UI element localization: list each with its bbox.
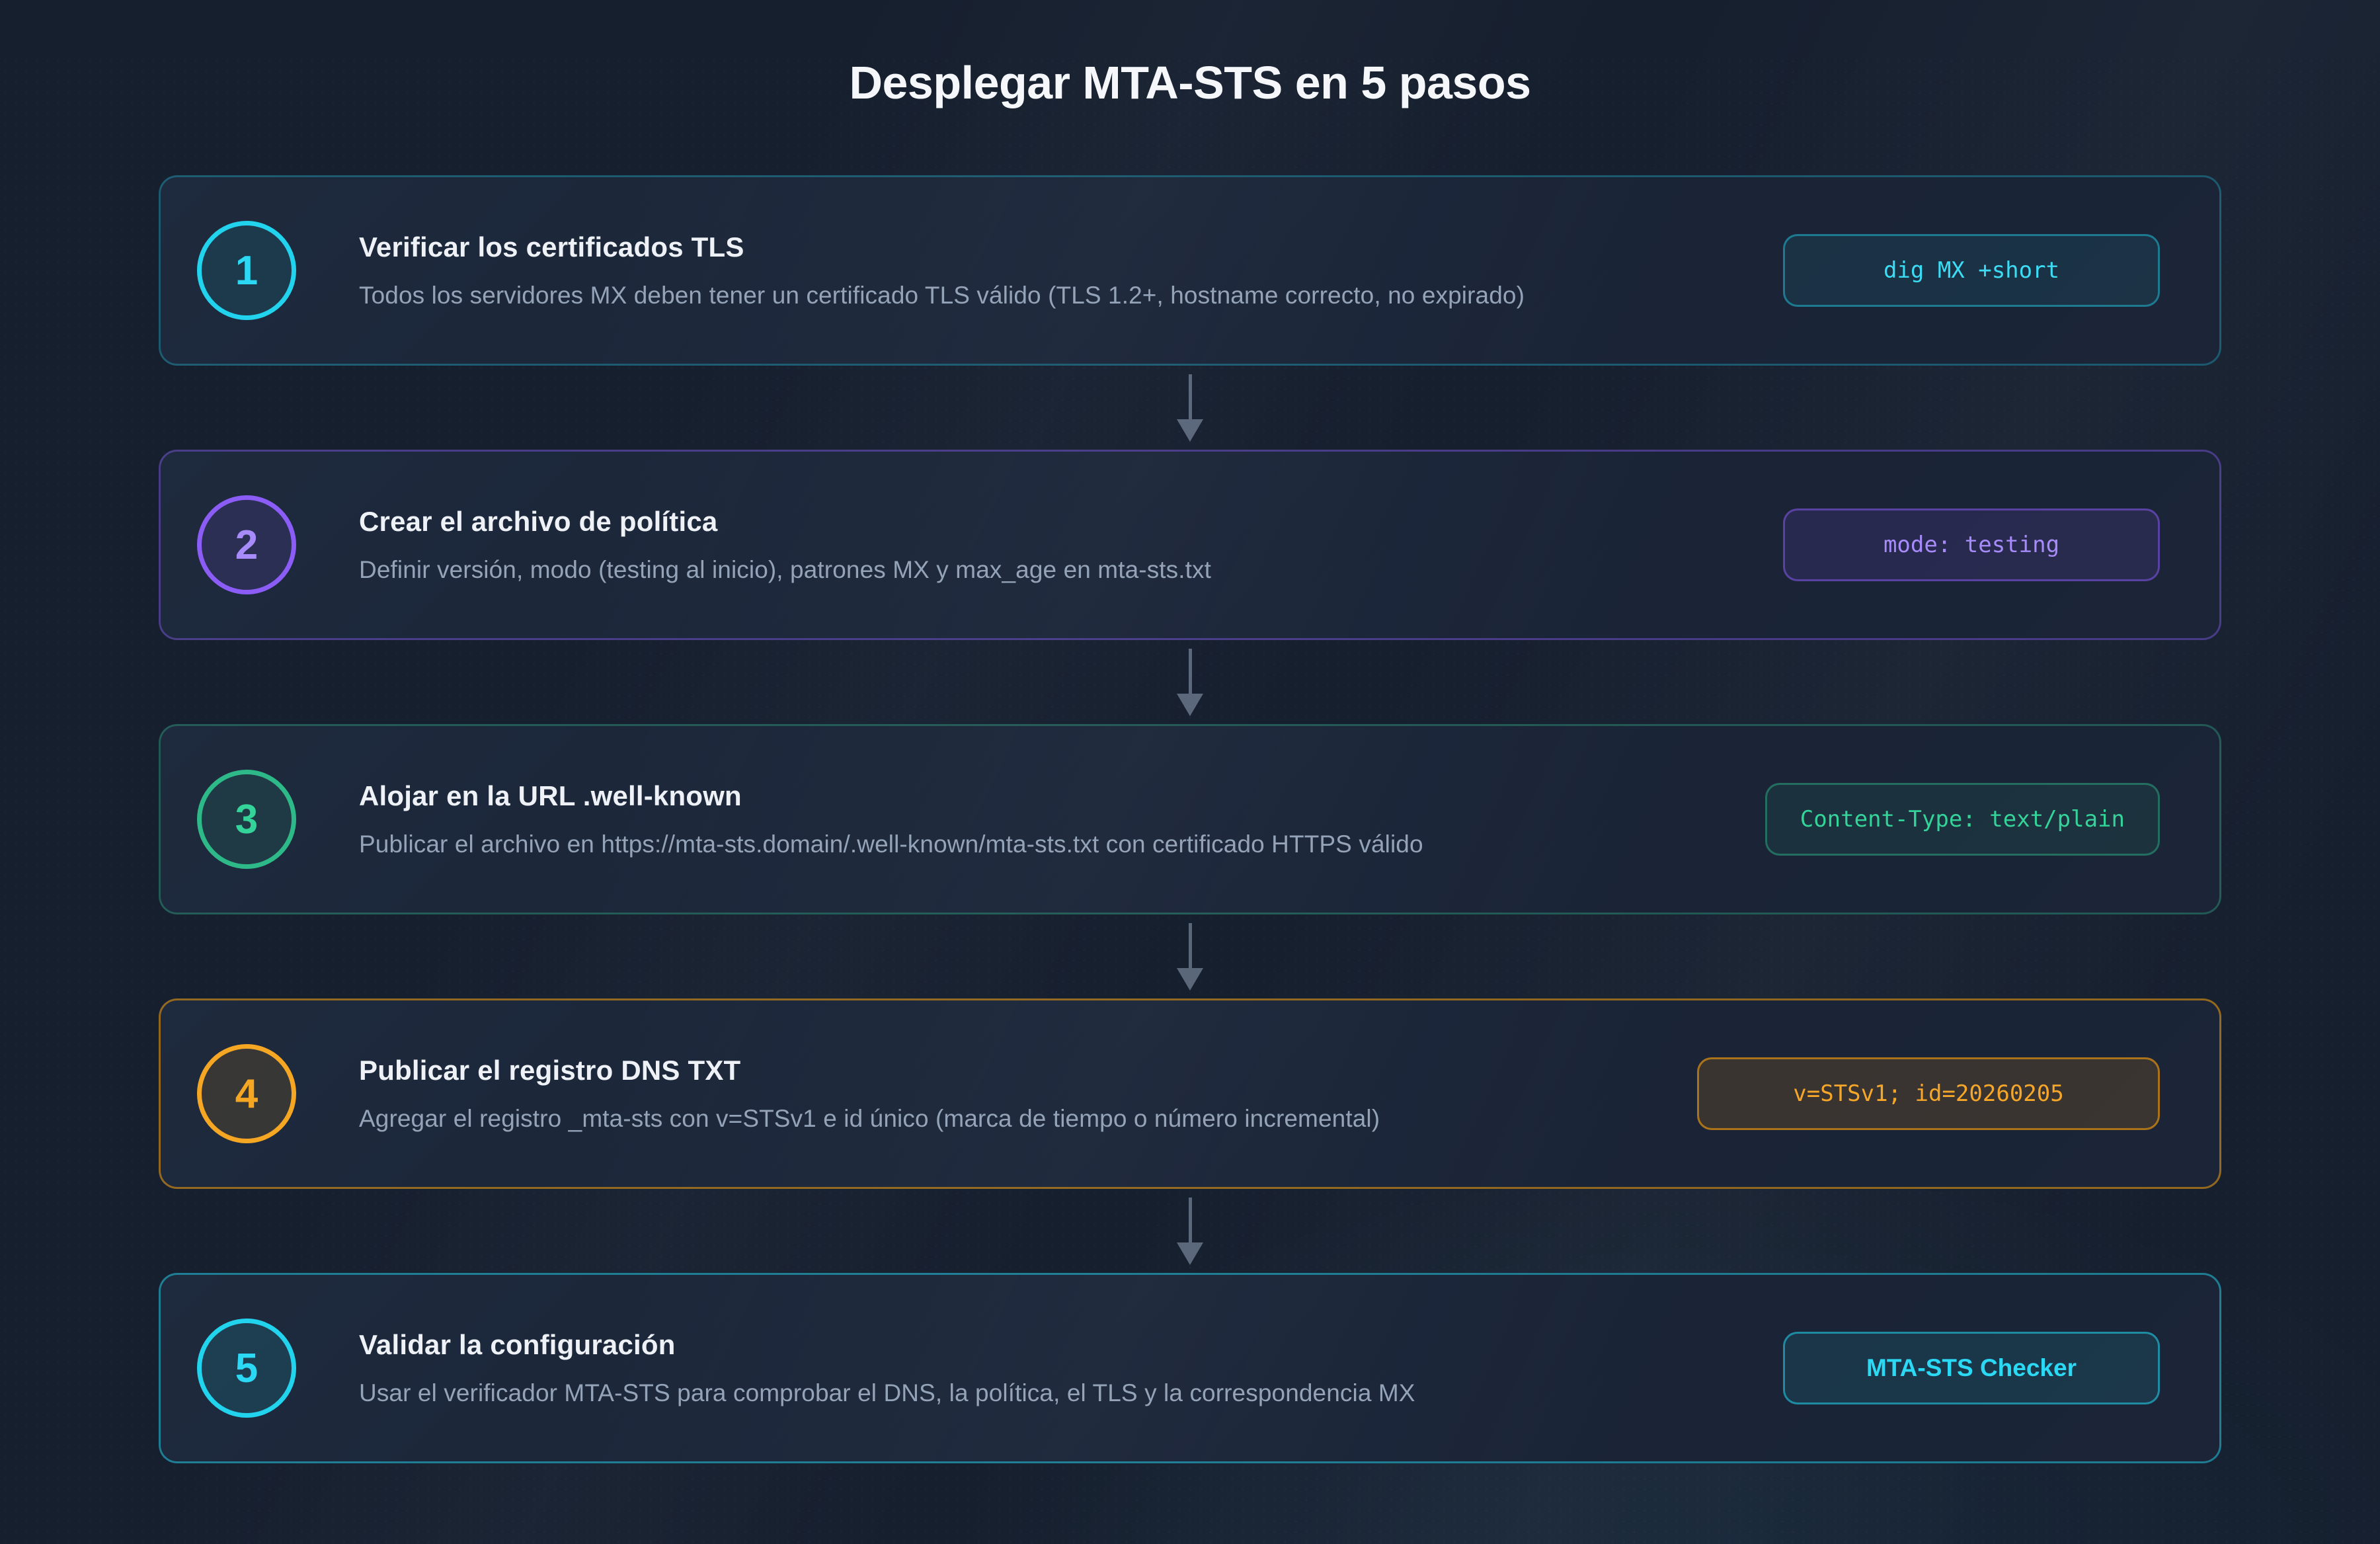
down-arrow-icon [159, 1189, 2221, 1273]
step-code-badge: mode: testing [1783, 508, 2160, 581]
step-card-2: 2 Crear el archivo de política Definir v… [159, 450, 2221, 640]
step-description: Definir versión, modo (testing al inicio… [359, 556, 1211, 584]
step-text: Crear el archivo de política Definir ver… [359, 506, 1211, 584]
step-description: Agregar el registro _mta-sts con v=STSv1… [359, 1105, 1380, 1133]
step-number: 2 [235, 522, 258, 569]
step-card-3: 3 Alojar en la URL .well-known Publicar … [159, 724, 2221, 914]
arrow-head [1177, 694, 1203, 716]
step-card-1: 1 Verificar los certificados TLS Todos l… [159, 175, 2221, 366]
arrow-line [1189, 649, 1192, 694]
mta-sts-checker-button[interactable]: MTA-STS Checker [1783, 1332, 2160, 1404]
step-code-badge: Content-Type: text/plain [1765, 783, 2160, 856]
step-number-circle: 1 [197, 221, 296, 320]
step-card-4-highlighted: 4 Publicar el registro DNS TXT Agregar e… [159, 998, 2221, 1189]
step-title: Validar la configuración [359, 1329, 1415, 1361]
step-title: Verificar los certificados TLS [359, 231, 1525, 263]
step-code-badge: v=STSv1; id=20260205 [1697, 1057, 2160, 1130]
arrow-line [1189, 923, 1192, 968]
arrow-head [1177, 968, 1203, 991]
step-text: Verificar los certificados TLS Todos los… [359, 231, 1525, 309]
step-text: Publicar el registro DNS TXT Agregar el … [359, 1055, 1380, 1133]
step-title: Crear el archivo de política [359, 506, 1211, 538]
page-title: Desplegar MTA-STS en 5 pasos [0, 56, 2380, 109]
step-number: 4 [235, 1071, 258, 1117]
step-text: Alojar en la URL .well-known Publicar el… [359, 780, 1423, 858]
step-number: 1 [235, 247, 258, 294]
step-title: Publicar el registro DNS TXT [359, 1055, 1380, 1086]
step-card-5: 5 Validar la configuración Usar el verif… [159, 1273, 2221, 1463]
arrow-line [1189, 1198, 1192, 1242]
step-description: Usar el verificador MTA-STS para comprob… [359, 1379, 1415, 1407]
step-text: Validar la configuración Usar el verific… [359, 1329, 1415, 1407]
step-code-badge: dig MX +short [1783, 234, 2160, 307]
step-number: 5 [235, 1345, 258, 1392]
step-description: Todos los servidores MX deben tener un c… [359, 282, 1525, 309]
down-arrow-icon [159, 640, 2221, 724]
step-number-circle: 5 [197, 1319, 296, 1418]
arrow-head [1177, 419, 1203, 442]
step-number-circle: 3 [197, 770, 296, 869]
step-description: Publicar el archivo en https://mta-sts.d… [359, 831, 1423, 858]
down-arrow-icon [159, 914, 2221, 998]
steps-flow: 1 Verificar los certificados TLS Todos l… [159, 175, 2221, 1463]
step-title: Alojar en la URL .well-known [359, 780, 1423, 812]
arrow-head [1177, 1242, 1203, 1265]
step-number-circle: 4 [197, 1044, 296, 1143]
step-number: 3 [235, 796, 258, 843]
down-arrow-icon [159, 366, 2221, 450]
step-number-circle: 2 [197, 495, 296, 594]
arrow-line [1189, 374, 1192, 419]
